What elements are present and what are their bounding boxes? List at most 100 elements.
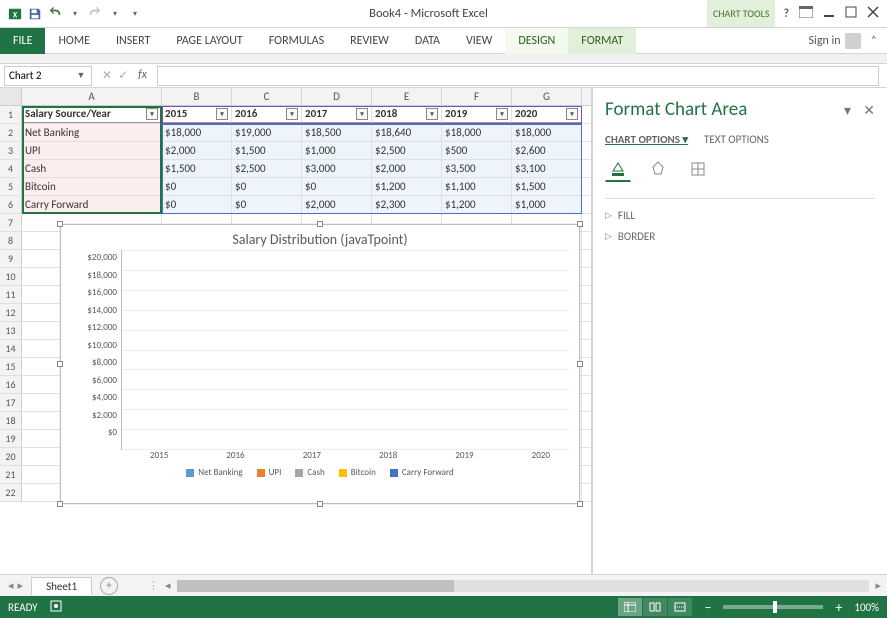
horizontal-scrollbar[interactable] — [177, 580, 870, 592]
row-header[interactable]: 9 — [0, 250, 22, 267]
legend-item[interactable]: Bitcoin — [339, 467, 376, 478]
row-header[interactable]: 11 — [0, 286, 22, 303]
col-header-f[interactable]: F — [442, 88, 512, 105]
cell[interactable]: 2020▾ — [512, 106, 582, 123]
zoom-out-icon[interactable]: − — [704, 599, 711, 616]
normal-view-icon[interactable] — [618, 598, 642, 616]
cell[interactable]: $18,000 — [442, 124, 512, 141]
row-header[interactable]: 16 — [0, 376, 22, 393]
tab-data[interactable]: DATA — [402, 28, 453, 54]
chart-legend[interactable]: Net BankingUPICashBitcoinCarry Forward — [61, 461, 579, 484]
tab-file[interactable]: FILE — [0, 28, 45, 54]
filter-icon[interactable]: ▾ — [356, 108, 368, 120]
cell[interactable]: Salary Source/Year▾ — [22, 106, 162, 123]
fx-icon[interactable]: fx — [138, 68, 147, 83]
tab-review[interactable]: REVIEW — [337, 28, 402, 54]
row-header[interactable]: 2 — [0, 124, 22, 141]
fill-line-icon[interactable] — [605, 156, 631, 182]
sign-in-link[interactable]: Sign in — [809, 34, 841, 48]
row-header[interactable]: 18 — [0, 412, 22, 429]
col-header-d[interactable]: D — [302, 88, 372, 105]
tab-insert[interactable]: INSERT — [103, 28, 163, 54]
cell[interactable]: $1,500 — [512, 178, 582, 195]
filter-icon[interactable]: ▾ — [146, 108, 158, 120]
filter-icon[interactable]: ▾ — [496, 108, 508, 120]
cell[interactable]: $2,300 — [372, 196, 442, 213]
name-box[interactable]: ▼ — [4, 66, 92, 86]
tab-formulas[interactable]: FORMULAS — [256, 28, 337, 54]
undo-dropdown-icon[interactable]: ▾ — [66, 5, 84, 23]
cell[interactable]: Carry Forward — [22, 196, 162, 213]
panel-tab-chart-options[interactable]: CHART OPTIONS ▾ — [605, 133, 688, 146]
tab-home[interactable]: HOME — [45, 28, 103, 54]
cell[interactable]: $2,000 — [302, 196, 372, 213]
cell[interactable]: $19,000 — [232, 124, 302, 141]
cell[interactable]: $3,000 — [302, 160, 372, 177]
tab-design[interactable]: DESIGN — [505, 28, 568, 54]
excel-icon[interactable]: X — [6, 5, 24, 23]
cell[interactable]: $0 — [232, 196, 302, 213]
cell[interactable]: $1,000 — [512, 196, 582, 213]
col-header-c[interactable]: C — [232, 88, 302, 105]
ribbon-display-icon[interactable] — [799, 6, 813, 22]
row-header[interactable]: 13 — [0, 322, 22, 339]
cell[interactable]: $2,500 — [372, 142, 442, 159]
row-header[interactable]: 14 — [0, 340, 22, 357]
enter-formula-icon[interactable]: ✓ — [118, 68, 128, 83]
help-icon[interactable]: ? — [783, 7, 789, 21]
cancel-formula-icon[interactable]: ✕ — [102, 68, 112, 83]
legend-item[interactable]: UPI — [257, 467, 282, 478]
qat-customize-icon[interactable]: ▾ — [126, 5, 144, 23]
macro-record-icon[interactable] — [50, 600, 62, 615]
cell[interactable]: $18,640 — [372, 124, 442, 141]
cell[interactable]: $18,000 — [512, 124, 582, 141]
row-header[interactable]: 4 — [0, 160, 22, 177]
cell[interactable]: $18,000 — [162, 124, 232, 141]
col-header-a[interactable]: A — [22, 88, 162, 105]
panel-close-icon[interactable]: ✕ — [863, 102, 875, 119]
sheet-tab-sheet1[interactable]: Sheet1 — [31, 577, 92, 595]
formula-bar-input[interactable] — [157, 66, 879, 86]
collapse-ribbon-icon[interactable]: ˄ — [861, 34, 887, 48]
col-header-g[interactable]: G — [512, 88, 582, 105]
zoom-slider[interactable] — [723, 605, 823, 609]
redo-dropdown-icon[interactable]: ▾ — [106, 5, 124, 23]
close-icon[interactable] — [867, 6, 879, 22]
sheet-nav-last-icon[interactable]: ▸ — [18, 579, 24, 592]
cell[interactable]: $2,500 — [232, 160, 302, 177]
zoom-in-icon[interactable]: + — [835, 599, 842, 616]
cell[interactable]: Bitcoin — [22, 178, 162, 195]
name-box-dropdown-icon[interactable]: ▼ — [73, 70, 89, 81]
row-header[interactable]: 20 — [0, 448, 22, 465]
chart-plot-area[interactable]: $20,000$18,000$16,000$14,000$12,000$10,0… — [61, 250, 579, 450]
row-header[interactable]: 3 — [0, 142, 22, 159]
page-break-view-icon[interactable] — [668, 598, 692, 616]
panel-dropdown-icon[interactable]: ▾ — [844, 102, 851, 119]
cell[interactable]: $1,200 — [442, 196, 512, 213]
cell[interactable]: $0 — [162, 196, 232, 213]
minimize-icon[interactable] — [823, 6, 835, 22]
legend-item[interactable]: Net Banking — [186, 467, 242, 478]
cell[interactable]: Net Banking — [22, 124, 162, 141]
maximize-icon[interactable] — [845, 6, 857, 22]
row-header[interactable]: 22 — [0, 484, 22, 501]
cell[interactable]: $1,200 — [372, 178, 442, 195]
cell[interactable]: $18,500 — [302, 124, 372, 141]
name-box-input[interactable] — [5, 69, 73, 82]
row-header[interactable]: 17 — [0, 394, 22, 411]
cell[interactable]: $1,500 — [232, 142, 302, 159]
col-header-e[interactable]: E — [372, 88, 442, 105]
row-header[interactable]: 7 — [0, 214, 22, 231]
row-header[interactable]: 6 — [0, 196, 22, 213]
select-all-corner[interactable] — [0, 88, 22, 105]
cell[interactable]: $3,500 — [442, 160, 512, 177]
page-layout-view-icon[interactable] — [643, 598, 667, 616]
cell[interactable]: $2,000 — [372, 160, 442, 177]
filter-icon[interactable]: ▾ — [286, 108, 298, 120]
cell[interactable]: $500 — [442, 142, 512, 159]
row-header[interactable]: 5 — [0, 178, 22, 195]
row-header[interactable]: 12 — [0, 304, 22, 321]
add-sheet-icon[interactable]: + — [100, 577, 118, 595]
save-icon[interactable] — [26, 5, 44, 23]
col-header-b[interactable]: B — [162, 88, 232, 105]
